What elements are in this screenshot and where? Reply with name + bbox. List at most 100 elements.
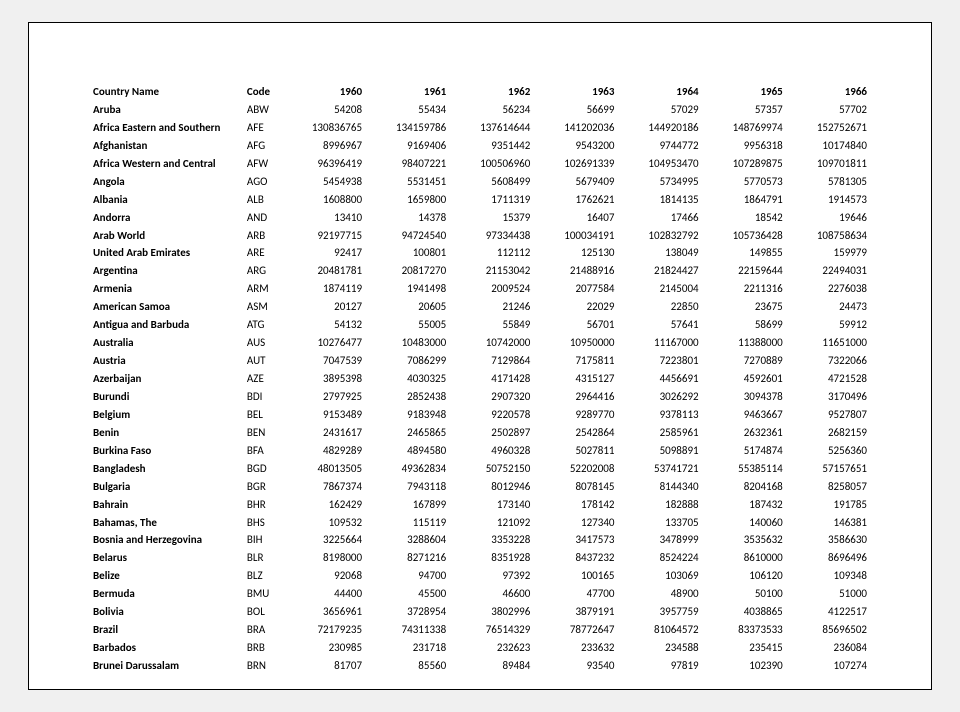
cell-code: BDI	[243, 388, 282, 406]
cell-country-name: American Samoa	[89, 298, 243, 316]
cell-value: 85560	[366, 657, 450, 675]
table-row: BelizeBLZ9206894700973921001651030691061…	[89, 567, 871, 585]
cell-country-name: Aruba	[89, 101, 243, 119]
cell-value: 9744772	[618, 137, 702, 155]
cell-value: 18542	[703, 209, 787, 227]
cell-value: 9543200	[534, 137, 618, 155]
cell-value: 11167000	[618, 334, 702, 352]
cell-value: 148769974	[703, 119, 787, 137]
cell-code: AUS	[243, 334, 282, 352]
cell-country-name: Andorra	[89, 209, 243, 227]
cell-value: 8610000	[703, 549, 787, 567]
cell-value: 10276477	[282, 334, 366, 352]
table-row: ArmeniaARM187411919414982009524207758421…	[89, 280, 871, 298]
cell-value: 4122517	[787, 603, 871, 621]
cell-value: 5781305	[787, 173, 871, 191]
cell-country-name: Bahamas, The	[89, 514, 243, 532]
cell-value: 167899	[366, 496, 450, 514]
cell-value: 7175811	[534, 352, 618, 370]
table-row: American SamoaASM20127206052124622029228…	[89, 298, 871, 316]
cell-value: 130836765	[282, 119, 366, 137]
cell-value: 9169406	[366, 137, 450, 155]
cell-value: 2077584	[534, 280, 618, 298]
cell-value: 100506960	[450, 155, 534, 173]
cell-country-name: Barbados	[89, 639, 243, 657]
cell-value: 2431617	[282, 424, 366, 442]
cell-code: ARE	[243, 244, 282, 262]
cell-value: 58699	[703, 316, 787, 334]
cell-value: 1814135	[618, 191, 702, 209]
cell-value: 236084	[787, 639, 871, 657]
cell-value: 92417	[282, 244, 366, 262]
cell-value: 57357	[703, 101, 787, 119]
cell-value: 55385114	[703, 460, 787, 478]
cell-value: 51000	[787, 585, 871, 603]
cell-value: 3728954	[366, 603, 450, 621]
cell-value: 3895398	[282, 370, 366, 388]
cell-value: 45500	[366, 585, 450, 603]
cell-value: 47700	[534, 585, 618, 603]
cell-code: BRA	[243, 621, 282, 639]
table-row: AngolaAGO5454938553145156084995679409573…	[89, 173, 871, 191]
cell-value: 9183948	[366, 406, 450, 424]
cell-value: 78772647	[534, 621, 618, 639]
cell-value: 83373533	[703, 621, 787, 639]
cell-value: 94724540	[366, 227, 450, 245]
cell-value: 59912	[787, 316, 871, 334]
cell-code: AUT	[243, 352, 282, 370]
cell-value: 8996967	[282, 137, 366, 155]
cell-country-name: Bahrain	[89, 496, 243, 514]
cell-code: ARM	[243, 280, 282, 298]
cell-value: 9351442	[450, 137, 534, 155]
cell-country-name: Africa Eastern and Southern	[89, 119, 243, 137]
cell-value: 9220578	[450, 406, 534, 424]
cell-value: 4829289	[282, 442, 366, 460]
cell-value: 81064572	[618, 621, 702, 639]
cell-value: 106120	[703, 567, 787, 585]
cell-code: BLZ	[243, 567, 282, 585]
cell-value: 133705	[618, 514, 702, 532]
cell-value: 22850	[618, 298, 702, 316]
cell-value: 109348	[787, 567, 871, 585]
cell-value: 55005	[366, 316, 450, 334]
cell-country-name: Brazil	[89, 621, 243, 639]
cell-country-name: Bangladesh	[89, 460, 243, 478]
cell-value: 5734995	[618, 173, 702, 191]
cell-value: 7322066	[787, 352, 871, 370]
cell-country-name: Arab World	[89, 227, 243, 245]
cell-value: 121092	[450, 514, 534, 532]
cell-value: 230985	[282, 639, 366, 657]
cell-country-name: Afghanistan	[89, 137, 243, 155]
cell-value: 152752671	[787, 119, 871, 137]
cell-value: 2542864	[534, 424, 618, 442]
cell-value: 9527807	[787, 406, 871, 424]
cell-value: 3170496	[787, 388, 871, 406]
cell-value: 2502897	[450, 424, 534, 442]
cell-value: 55434	[366, 101, 450, 119]
cell-value: 9463667	[703, 406, 787, 424]
cell-country-name: Bosnia and Herzegovina	[89, 531, 243, 549]
table-row: United Arab EmiratesARE92417100801112112…	[89, 244, 871, 262]
cell-value: 115119	[366, 514, 450, 532]
cell-value: 52202008	[534, 460, 618, 478]
cell-value: 2852438	[366, 388, 450, 406]
cell-value: 4960328	[450, 442, 534, 460]
col-header-year: 1961	[366, 83, 450, 101]
cell-value: 20127	[282, 298, 366, 316]
cell-value: 22494031	[787, 262, 871, 280]
cell-value: 8078145	[534, 478, 618, 496]
cell-value: 9289770	[534, 406, 618, 424]
cell-value: 22159644	[703, 262, 787, 280]
cell-value: 56699	[534, 101, 618, 119]
table-row: BermudaBMU444004550046600477004890050100…	[89, 585, 871, 603]
cell-code: BOL	[243, 603, 282, 621]
cell-value: 4171428	[450, 370, 534, 388]
cell-value: 1864791	[703, 191, 787, 209]
cell-value: 112112	[450, 244, 534, 262]
cell-country-name: Bulgaria	[89, 478, 243, 496]
cell-value: 85696502	[787, 621, 871, 639]
cell-value: 20605	[366, 298, 450, 316]
cell-code: BGD	[243, 460, 282, 478]
cell-country-name: Burundi	[89, 388, 243, 406]
cell-value: 21153042	[450, 262, 534, 280]
